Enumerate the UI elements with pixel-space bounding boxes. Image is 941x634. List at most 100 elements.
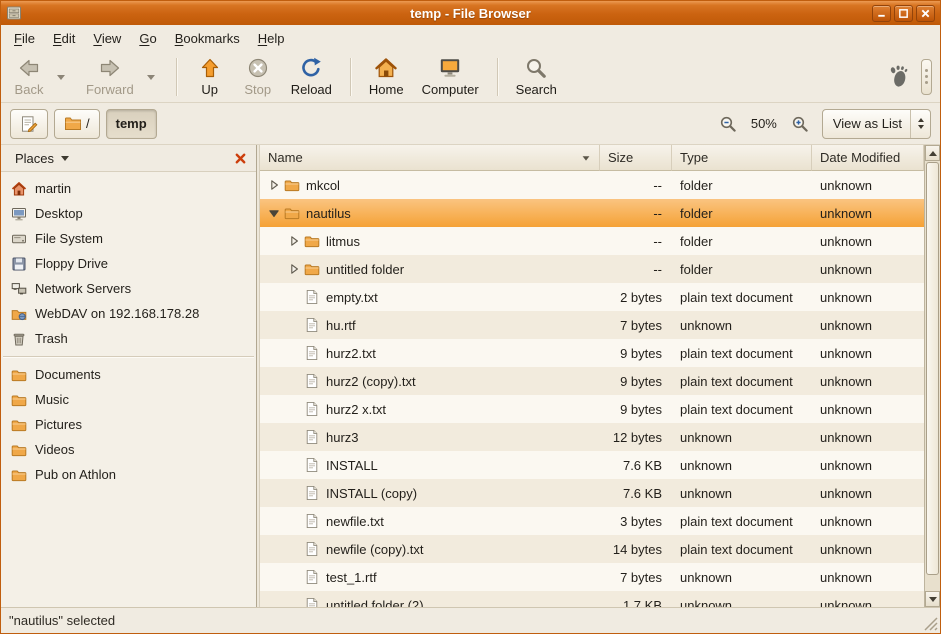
expander-icon[interactable] bbox=[266, 207, 282, 219]
network-icon bbox=[11, 281, 27, 297]
close-icon bbox=[920, 8, 931, 19]
menu-file[interactable]: File bbox=[5, 27, 44, 50]
computer-button[interactable]: Computer bbox=[413, 53, 488, 101]
table-row-hurz2-x-txt[interactable]: hurz2 x.txt9 bytesplain text documentunk… bbox=[260, 395, 924, 423]
path-button-temp[interactable]: temp bbox=[106, 109, 157, 139]
expander-icon[interactable] bbox=[286, 263, 302, 275]
grip-dot bbox=[925, 69, 928, 72]
file-size: 9 bytes bbox=[600, 367, 672, 395]
table-row-litmus[interactable]: litmus--folderunknown bbox=[260, 227, 924, 255]
up-button[interactable]: Up bbox=[186, 53, 234, 101]
file-date: unknown bbox=[812, 339, 924, 367]
file-icon bbox=[304, 485, 320, 501]
menu-help[interactable]: Help bbox=[249, 27, 294, 50]
places-list: martin DesktopFile SystemFloppy DriveNetw… bbox=[1, 172, 256, 607]
menu-bookmarks[interactable]: Bookmarks bbox=[166, 27, 249, 50]
sidebar-item-pub-on-athlon[interactable]: Pub on Athlon bbox=[1, 462, 256, 487]
zoom-out-button[interactable] bbox=[716, 112, 740, 136]
column-header-size[interactable]: Size bbox=[600, 145, 672, 171]
table-row-newfile-txt[interactable]: newfile.txt3 bytesplain text documentunk… bbox=[260, 507, 924, 535]
forward-history-dropdown bbox=[143, 53, 159, 101]
sidebar-item-music[interactable]: Music bbox=[1, 387, 256, 412]
column-label: Name bbox=[268, 150, 303, 165]
table-row-mkcol[interactable]: mkcol--folderunknown bbox=[260, 171, 924, 199]
column-header-date-modified[interactable]: Date Modified bbox=[812, 145, 924, 171]
sidebar-item-documents[interactable]: Documents bbox=[1, 362, 256, 387]
file-date: unknown bbox=[812, 283, 924, 311]
minimize-button[interactable] bbox=[872, 5, 891, 22]
file-name: INSTALL bbox=[326, 458, 378, 473]
table-row-install[interactable]: INSTALL7.6 KBunknownunknown bbox=[260, 451, 924, 479]
file-size: -- bbox=[600, 227, 672, 255]
trash-icon bbox=[11, 331, 27, 347]
file-type: folder bbox=[672, 171, 812, 199]
toggle-location-entry-button[interactable] bbox=[10, 109, 48, 139]
table-row-hurz2-txt[interactable]: hurz2.txt9 bytesplain text documentunkno… bbox=[260, 339, 924, 367]
resize-grip[interactable] bbox=[924, 617, 938, 631]
sidebar-item-network-servers[interactable]: Network Servers bbox=[1, 276, 256, 301]
table-row-hurz3[interactable]: hurz312 bytesunknownunknown bbox=[260, 423, 924, 451]
toolbar-overflow-handle[interactable] bbox=[921, 59, 932, 95]
sidebar-item-desktop[interactable]: Desktop bbox=[1, 201, 256, 226]
table-row-hu-rtf[interactable]: hu.rtf7 bytesunknownunknown bbox=[260, 311, 924, 339]
sidebar-item-file-system[interactable]: File System bbox=[1, 226, 256, 251]
file-type: unknown bbox=[672, 311, 812, 339]
computer-icon bbox=[438, 56, 462, 80]
column-header-type[interactable]: Type bbox=[672, 145, 812, 171]
path-button-root[interactable]: / bbox=[54, 109, 100, 139]
close-button[interactable] bbox=[916, 5, 935, 22]
sidebar-item-webdav-on-192-168-178-28[interactable]: WebDAV on 192.168.178.28 bbox=[1, 301, 256, 326]
table-row-nautilus[interactable]: nautilus--folderunknown bbox=[260, 199, 924, 227]
sidebar-item-pictures[interactable]: Pictures bbox=[1, 412, 256, 437]
zoom-in-button[interactable] bbox=[788, 112, 812, 136]
table-row-newfile-copy-txt[interactable]: newfile (copy).txt14 bytesplain text doc… bbox=[260, 535, 924, 563]
column-label: Size bbox=[608, 150, 633, 165]
file-name: untitled folder (2) bbox=[326, 598, 424, 608]
file-date: unknown bbox=[812, 227, 924, 255]
table-row-empty-txt[interactable]: empty.txt2 bytesplain text documentunkno… bbox=[260, 283, 924, 311]
expander-icon[interactable] bbox=[286, 235, 302, 247]
back-history-dropdown bbox=[53, 53, 69, 101]
file-date: unknown bbox=[812, 171, 924, 199]
status-text: "nautilus" selected bbox=[9, 613, 115, 628]
search-icon bbox=[524, 56, 548, 80]
sidebar-item-floppy-drive[interactable]: Floppy Drive bbox=[1, 251, 256, 276]
back-button: Back bbox=[5, 53, 53, 101]
list-header: Name Size TypeDate Modified bbox=[260, 145, 924, 171]
view-as-selector[interactable]: View as List bbox=[822, 109, 931, 139]
place-label: martin bbox=[35, 181, 71, 196]
sidebar-view-selector[interactable]: Places bbox=[11, 149, 73, 168]
column-header-name[interactable]: Name bbox=[260, 145, 600, 171]
scrollbar-thumb[interactable] bbox=[926, 162, 939, 575]
home-button[interactable]: Home bbox=[360, 53, 413, 101]
expander-icon[interactable] bbox=[266, 179, 282, 191]
menu-go[interactable]: Go bbox=[130, 27, 165, 50]
table-row-untitled-folder-2[interactable]: untitled folder (2)1.7 KBunknownunknown bbox=[260, 591, 924, 607]
forward-arrow-icon bbox=[98, 56, 122, 80]
menu-edit[interactable]: Edit bbox=[44, 27, 84, 50]
scrollbar-track[interactable] bbox=[925, 161, 940, 591]
sidebar-item-martin[interactable]: martin bbox=[1, 176, 256, 201]
sidebar-item-videos[interactable]: Videos bbox=[1, 437, 256, 462]
table-row-install-copy[interactable]: INSTALL (copy)7.6 KBunknownunknown bbox=[260, 479, 924, 507]
search-button[interactable]: Search bbox=[507, 53, 566, 101]
file-size: 12 bytes bbox=[600, 423, 672, 451]
file-name-cell: test_1.rtf bbox=[260, 563, 600, 591]
titlebar[interactable]: temp - File Browser bbox=[1, 1, 940, 25]
menu-view[interactable]: View bbox=[84, 27, 130, 50]
vertical-scrollbar[interactable] bbox=[924, 145, 940, 607]
back-arrow-icon bbox=[17, 56, 41, 80]
table-row-hurz2-copy-txt[interactable]: hurz2 (copy).txt9 bytesplain text docume… bbox=[260, 367, 924, 395]
scroll-down-button[interactable] bbox=[925, 591, 940, 607]
file-size: 9 bytes bbox=[600, 339, 672, 367]
file-name: nautilus bbox=[306, 206, 351, 221]
table-row-test-1-rtf[interactable]: test_1.rtf7 bytesunknownunknown bbox=[260, 563, 924, 591]
reload-button[interactable]: Reload bbox=[282, 53, 341, 101]
file-name-cell: hurz2 (copy).txt bbox=[260, 367, 600, 395]
table-row-untitled-folder[interactable]: untitled folder--folderunknown bbox=[260, 255, 924, 283]
sidebar-item-trash[interactable]: Trash bbox=[1, 326, 256, 351]
file-type: unknown bbox=[672, 563, 812, 591]
maximize-button[interactable] bbox=[894, 5, 913, 22]
sidebar-close-button[interactable] bbox=[232, 150, 249, 167]
scroll-up-button[interactable] bbox=[925, 145, 940, 161]
